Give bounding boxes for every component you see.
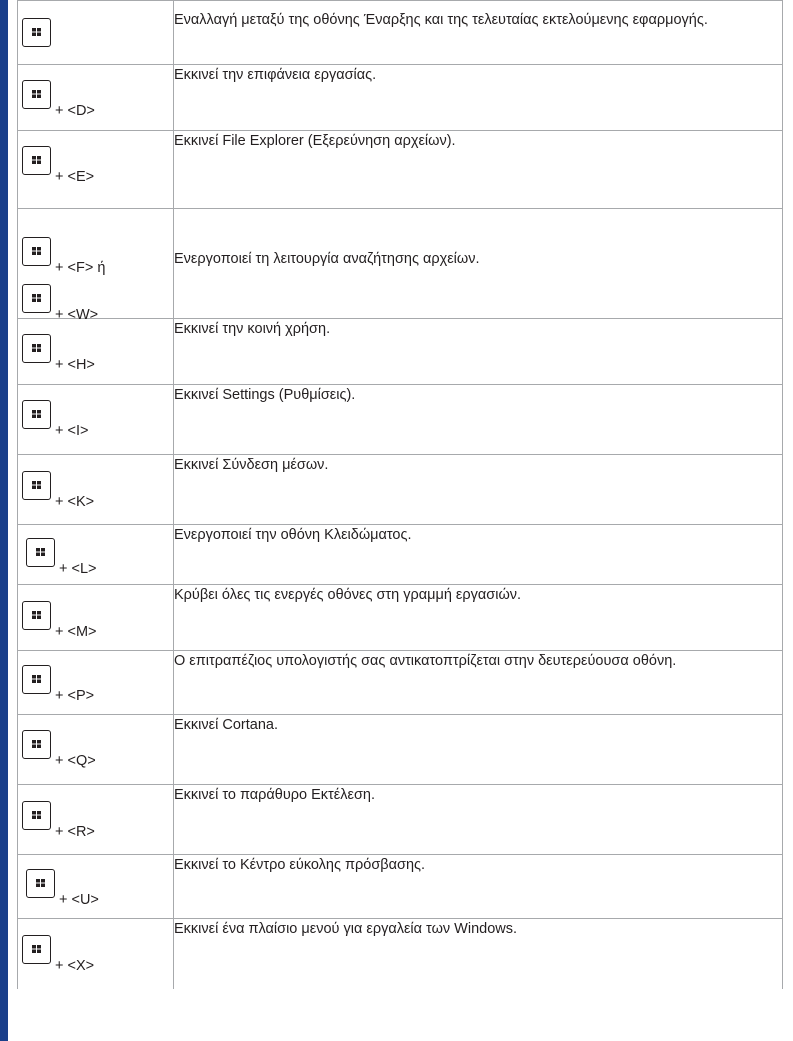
- shortcut-description: Εκκινεί την επιφάνεια εργασίας.: [173, 64, 783, 131]
- table-row: + <K> Εκκινεί Σύνδεση μέσων.: [17, 454, 783, 525]
- windows-key-icon: [22, 334, 51, 363]
- table-row: + <E> Εκκινεί File Explorer (Εξερεύνηση …: [17, 130, 783, 209]
- table-row: + <D> Εκκινεί την επιφάνεια εργασίας.: [17, 64, 783, 131]
- windows-key-icon: [22, 935, 51, 964]
- key-combo: + <E>: [55, 169, 95, 185]
- key-combo: + <K>: [55, 494, 95, 510]
- key-combo: + <F> ή: [55, 260, 106, 276]
- table-row: + <Q> Εκκινεί Cortana.: [17, 714, 783, 785]
- table-row: + <X> Εκκινεί ένα πλαίσιο μενού για εργα…: [17, 918, 783, 989]
- windows-key-icon: [22, 665, 51, 694]
- key-cell: + <I>: [17, 384, 174, 455]
- key-cell: + <E>: [17, 130, 174, 209]
- key-cell: + <M>: [17, 584, 174, 651]
- windows-key-icon: [22, 80, 51, 109]
- windows-key-icon: [26, 869, 55, 898]
- windows-key-icon: [22, 237, 51, 266]
- key-combo: + <R>: [55, 824, 95, 840]
- table-row: Εναλλαγή μεταξύ της οθόνης Έναρξης και τ…: [17, 0, 783, 65]
- windows-key-icon: [22, 146, 51, 175]
- shortcut-description: Εκκινεί το Κέντρο εύκολης πρόσβασης.: [173, 854, 783, 919]
- windows-key-icon: [22, 471, 51, 500]
- table-row: + <L> Ενεργοποιεί την οθόνη Κλειδώματος.: [17, 524, 783, 585]
- table-row: + <F> ή + <W> Ενεργοποιεί τη λειτουργία …: [17, 208, 783, 323]
- table-row: + <P> Ο επιτραπέζιος υπολογιστής σας αντ…: [17, 650, 783, 715]
- table-row: + <M> Κρύβει όλες τις ενεργές οθόνες στη…: [17, 584, 783, 651]
- key-cell: [17, 0, 174, 65]
- table-row: + <I> Εκκινεί Settings (Ρυθμίσεις).: [17, 384, 783, 455]
- shortcut-description: Ο επιτραπέζιος υπολογιστής σας αντικατοπ…: [173, 650, 783, 715]
- shortcut-description: Ενεργοποιεί την οθόνη Κλειδώματος.: [173, 524, 783, 585]
- key-cell: + <K>: [17, 454, 174, 525]
- key-cell: + <F> ή + <W>: [17, 208, 174, 323]
- shortcut-description: Εκκινεί το παράθυρο Εκτέλεση.: [173, 784, 783, 855]
- shortcut-description: Εκκινεί Cortana.: [173, 714, 783, 785]
- key-cell: + <R>: [17, 784, 174, 855]
- key-cell: + <X>: [17, 918, 174, 989]
- key-cell: + <Q>: [17, 714, 174, 785]
- windows-key-icon: [22, 730, 51, 759]
- shortcut-description: Εκκινεί File Explorer (Εξερεύνηση αρχείω…: [173, 130, 783, 209]
- table-row: + <R> Εκκινεί το παράθυρο Εκτέλεση.: [17, 784, 783, 855]
- table-row: + <H> Εκκινεί την κοινή χρήση.: [17, 318, 783, 385]
- shortcut-description: Εκκινεί την κοινή χρήση.: [173, 318, 783, 385]
- key-cell: + <D>: [17, 64, 174, 131]
- shortcut-table: Εναλλαγή μεταξύ της οθόνης Έναρξης και τ…: [17, 0, 783, 989]
- key-combo: + <D>: [55, 103, 95, 119]
- shortcut-description: Εκκινεί Σύνδεση μέσων.: [173, 454, 783, 525]
- shortcut-description: Ενεργοποιεί τη λειτουργία αναζήτησης αρχ…: [173, 208, 783, 319]
- table-row: + <U> Εκκινεί το Κέντρο εύκολης πρόσβαση…: [17, 854, 783, 919]
- key-combo: + <X>: [55, 958, 95, 974]
- windows-key-icon: [26, 538, 55, 567]
- key-cell: + <P>: [17, 650, 174, 715]
- shortcut-description: Εκκινεί ένα πλαίσιο μενού για εργαλεία τ…: [173, 918, 783, 989]
- key-combo: + <U>: [59, 892, 99, 908]
- key-cell: + <H>: [17, 318, 174, 385]
- windows-key-icon: [22, 601, 51, 630]
- shortcut-description: Εναλλαγή μεταξύ της οθόνης Έναρξης και τ…: [173, 0, 783, 65]
- left-accent-bar: [0, 0, 8, 1041]
- shortcut-description: Εκκινεί Settings (Ρυθμίσεις).: [173, 384, 783, 455]
- key-combo: + <P>: [55, 688, 95, 704]
- key-combo: + <I>: [55, 423, 89, 439]
- shortcut-description: Κρύβει όλες τις ενεργές οθόνες στη γραμμ…: [173, 584, 783, 651]
- key-combo: + <Q>: [55, 753, 96, 769]
- windows-key-icon: [22, 18, 51, 47]
- key-cell: + <U>: [17, 854, 174, 919]
- windows-key-icon: [22, 801, 51, 830]
- key-combo: + <H>: [55, 357, 95, 373]
- windows-key-icon: [22, 400, 51, 429]
- key-combo: + <M>: [55, 624, 97, 640]
- windows-key-icon: [22, 284, 51, 313]
- key-combo: + <L>: [59, 561, 97, 577]
- key-cell: + <L>: [17, 524, 174, 585]
